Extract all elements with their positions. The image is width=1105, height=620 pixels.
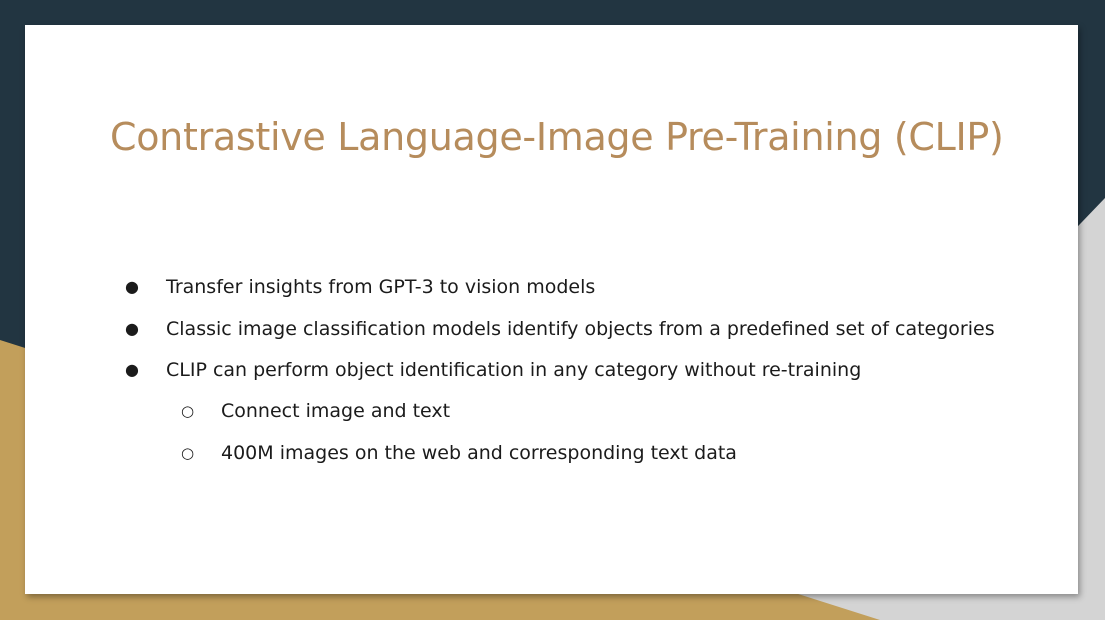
- slide-title: Contrastive Language-Image Pre-Training …: [110, 115, 1004, 159]
- bullet-text: CLIP can perform object identification i…: [166, 359, 862, 381]
- bullet-text: Classic image classification models iden…: [166, 318, 995, 340]
- bullet-circle-icon: ○: [181, 444, 195, 462]
- bullet-disc-icon: ●: [125, 319, 139, 338]
- bullet-circle-icon: ○: [181, 402, 195, 420]
- bullet-disc-icon: ●: [125, 360, 139, 379]
- bullet-disc-icon: ●: [125, 277, 139, 296]
- slide-canvas: Contrastive Language-Image Pre-Training …: [25, 25, 1078, 594]
- bullet-text: Connect image and text: [221, 400, 451, 422]
- bullet-text: 400M images on the web and corresponding…: [221, 442, 737, 464]
- bullet-text: Transfer insights from GPT-3 to vision m…: [166, 276, 596, 298]
